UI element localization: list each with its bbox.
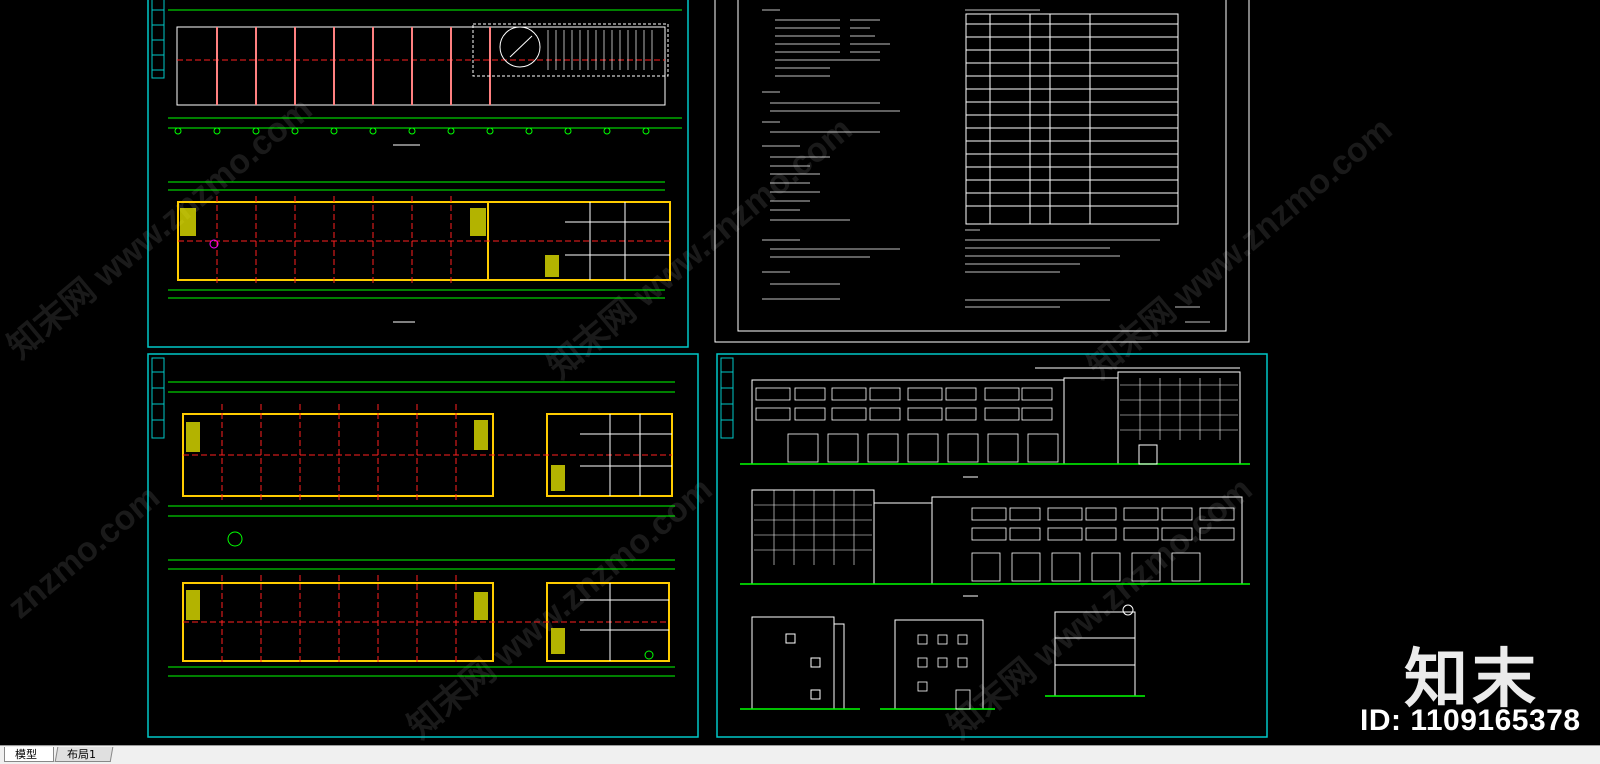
tab-layout1-label: 布局1 xyxy=(67,748,96,761)
tab-layout1[interactable]: 布局1 xyxy=(54,747,114,762)
tab-model[interactable]: 模型 xyxy=(4,747,54,762)
layout-tab-bar: 模型 布局1 xyxy=(0,745,1600,764)
drawing-canvas[interactable]: 知末网 www.znzmo.com 知末网 www.znzmo.com 知末网 … xyxy=(0,0,1600,745)
watermark-id-label: ID: 1109165378 xyxy=(1360,704,1581,737)
